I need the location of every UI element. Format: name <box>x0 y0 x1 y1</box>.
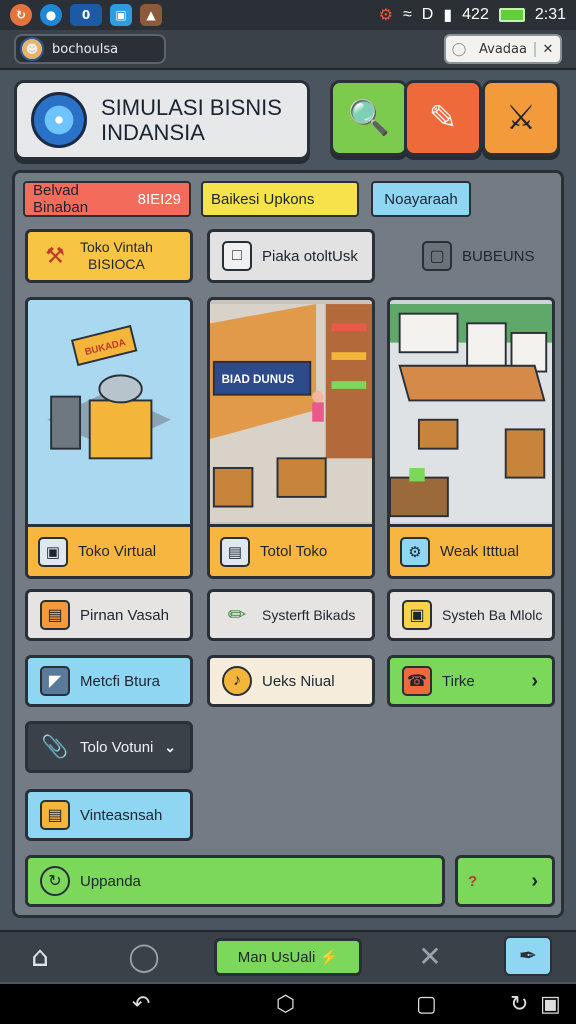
shop-interior-illustration <box>390 304 552 522</box>
bubeuns-button[interactable]: ▢ BUBEUNS <box>407 229 557 283</box>
header: SIMULASI BISNIS INDANSIA 🔍 ✎ ⚔ <box>0 72 576 170</box>
coin-icon[interactable]: ◯ <box>124 936 164 976</box>
back-icon[interactable]: ↶ <box>132 992 150 1017</box>
app-icon: 0 <box>70 4 102 26</box>
tab-belvad[interactable]: Belvad Binaban 8IEI29 <box>23 181 191 217</box>
status-bar: ↻ ● 0 ▣ ▲ ⚙ ≈ D ▮ 422 2:31 <box>0 0 576 30</box>
bottom-nav: ⌂ ◯ Man UsUali ⚡ ✕ ✒ <box>0 930 576 982</box>
close-icon[interactable]: ✕ <box>534 41 560 57</box>
tools-icon: ⚙ <box>400 536 430 567</box>
avatar: ☻ <box>20 37 44 61</box>
crossed-tools-button[interactable]: ⚔ <box>482 80 560 156</box>
vinteasnsah-button[interactable]: ▤ Vinteasnsah <box>25 789 193 841</box>
username: bochoulsa <box>52 41 119 57</box>
chevron-down-icon: ⌄ <box>164 738 176 755</box>
home-circle-icon[interactable]: ⬡ <box>276 992 295 1017</box>
help-button[interactable]: ? › <box>455 855 555 907</box>
camera-icon: ● <box>40 4 62 26</box>
scene-totol-toko[interactable]: BIAD DUNUS ▤ Totol Toko <box>207 297 375 579</box>
signal-icon: ▮ <box>443 7 453 24</box>
tab-noayaraah[interactable]: Noayaraah <box>371 181 471 217</box>
systeh-ba-mlolc-button[interactable]: ▣ Systeh Ba Mlolc <box>387 589 555 641</box>
main-action-button[interactable]: Man UsUali ⚡ <box>214 938 362 976</box>
scene-weak-itttual[interactable]: ⚙ Weak Itttual <box>387 297 555 579</box>
recents-icon[interactable]: ▢ <box>416 992 437 1017</box>
paperclip-icon: 📎 <box>41 734 69 759</box>
scene-label: ▤ Totol Toko <box>210 524 372 576</box>
home-icon[interactable]: ⌂ <box>20 936 60 976</box>
phone-icon: ☎ <box>402 666 432 696</box>
mall-sign: BIAD DUNUS <box>222 374 295 386</box>
photos-icon: ▣ <box>110 4 132 26</box>
disc-logo-icon <box>31 92 87 148</box>
edit-box-icon: □ <box>222 241 252 271</box>
gallery-icon: ▲ <box>140 4 162 26</box>
toko-vintah-button[interactable]: ⚒ Toko Vintah BISIOCA <box>25 229 193 283</box>
kiosk-illustration: BUKADA <box>28 304 190 522</box>
app-bar: ☻ bochoulsa ◯ Avadaa ✕ <box>0 30 576 70</box>
scene-toko-virtual[interactable]: BUKADA ▣ Toko Virtual <box>25 297 193 579</box>
page-title: SIMULASI BISNIS INDANSIA <box>101 95 282 145</box>
ueks-niual-button[interactable]: ♪ Ueks Niual <box>207 655 375 707</box>
briefcase-icon: ▤ <box>40 600 70 630</box>
tab-baikesi[interactable]: Baikesi Upkons <box>201 181 359 217</box>
tirke-button[interactable]: ☎ Tirke › <box>387 655 555 707</box>
pirnan-vasah-button[interactable]: ▤ Pirnan Vasah <box>25 589 193 641</box>
main-panel: Belvad Binaban 8IEI29 Baikesi Upkons Noa… <box>12 170 564 918</box>
guitar-icon: ♪ <box>222 666 252 696</box>
chevron-right-icon: › <box>531 669 538 692</box>
cube-icon: ▢ <box>422 241 452 271</box>
magnifier-button[interactable]: 🔍 <box>330 80 408 156</box>
user-profile[interactable]: ☻ bochoulsa <box>14 34 166 64</box>
screenshot-icon[interactable]: ▣ <box>540 992 561 1017</box>
pencil-icon: ✏ <box>227 602 247 627</box>
tools-icon[interactable]: ✕ <box>410 936 450 976</box>
store-icon: ▣ <box>38 536 68 567</box>
wallet-icon: ▤ <box>40 800 70 830</box>
register-icon: ▤ <box>220 536 250 567</box>
magnifier-icon: 🔍 <box>347 98 391 138</box>
crossed-tools-icon: ⚔ <box>505 98 537 138</box>
piaka-button[interactable]: □ Piaka otoltUsk <box>207 229 375 283</box>
search-box[interactable]: ◯ Avadaa ✕ <box>444 34 562 64</box>
battery-icon <box>498 8 525 22</box>
indicator-d: D <box>421 6 434 23</box>
upgrade-button[interactable]: ↻ Uppanda <box>25 855 445 907</box>
box-icon: ▣ <box>402 600 432 630</box>
metcfi-btura-button[interactable]: ◤ Metcfi Btura <box>25 655 193 707</box>
sync-icon: ↻ <box>10 4 32 26</box>
battery-text: 422 <box>462 6 489 23</box>
system-nav-bar: ↶ ⬡ ▢ ↻ ▣ <box>0 984 576 1024</box>
search-icon: ◯ <box>451 41 467 57</box>
title-card: SIMULASI BISNIS INDANSIA <box>14 80 310 160</box>
hammer-icon: ⚒ <box>45 243 65 268</box>
bolt-icon: ⚡ <box>319 949 339 966</box>
tab-badge: 8IEI29 <box>137 190 181 208</box>
clock: 2:31 <box>534 6 566 23</box>
systerft-bikads-button[interactable]: ✏ Systerft Bikads <box>207 589 375 641</box>
tape-icon: ◤ <box>40 666 70 696</box>
swirl-icon: ↻ <box>40 866 70 896</box>
wifi-icon: ≈ <box>403 6 412 23</box>
feather-icon[interactable]: ✒ <box>504 936 552 976</box>
scene-label: ▣ Toko Virtual <box>28 524 190 576</box>
assistant-icon[interactable]: ↻ <box>510 992 528 1017</box>
paint-tools-icon: ✎ <box>428 98 458 138</box>
scene-label: ⚙ Weak Itttual <box>390 524 552 576</box>
tolo-votuni-dropdown[interactable]: 📎 Tolo Votuni ⌄ <box>25 721 193 773</box>
mall-illustration: BIAD DUNUS <box>210 304 372 522</box>
chevron-right-icon: › <box>531 869 538 892</box>
search-label: Avadaa <box>479 41 527 57</box>
alarm-icon: ⚙ <box>378 7 393 24</box>
paint-tools-button[interactable]: ✎ <box>404 80 482 156</box>
